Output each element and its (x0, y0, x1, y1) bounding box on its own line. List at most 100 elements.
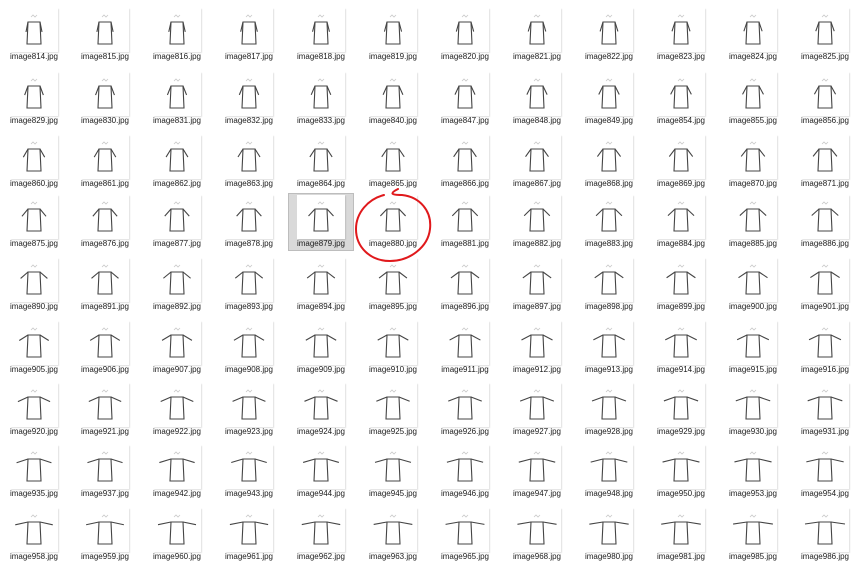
file-tile[interactable]: image922.jpg (144, 381, 210, 439)
image-thumbnail[interactable] (297, 72, 345, 116)
image-thumbnail[interactable] (441, 321, 489, 365)
file-tile[interactable]: image896.jpg (432, 256, 498, 314)
image-thumbnail[interactable] (513, 321, 561, 365)
image-thumbnail[interactable] (801, 258, 849, 302)
file-tile[interactable]: image877.jpg (144, 193, 210, 251)
file-tile[interactable]: image915.jpg (720, 319, 786, 377)
file-tile[interactable]: image814.jpg (1, 6, 67, 64)
image-thumbnail[interactable] (297, 445, 345, 489)
file-tile[interactable]: image825.jpg (792, 6, 858, 64)
image-thumbnail[interactable] (153, 8, 201, 52)
image-thumbnail[interactable] (81, 8, 129, 52)
file-tile[interactable]: image920.jpg (1, 381, 67, 439)
file-tile[interactable]: image926.jpg (432, 381, 498, 439)
image-thumbnail[interactable] (801, 135, 849, 179)
file-tile[interactable]: image985.jpg (720, 506, 786, 564)
image-thumbnail[interactable] (657, 508, 705, 552)
image-thumbnail[interactable] (441, 135, 489, 179)
image-thumbnail[interactable] (369, 258, 417, 302)
file-tile[interactable]: image927.jpg (504, 381, 570, 439)
image-thumbnail[interactable] (297, 135, 345, 179)
image-thumbnail[interactable] (369, 445, 417, 489)
file-tile[interactable]: image829.jpg (1, 70, 67, 128)
image-thumbnail[interactable] (729, 383, 777, 427)
image-thumbnail[interactable] (441, 445, 489, 489)
file-tile[interactable]: image924.jpg (288, 381, 354, 439)
image-thumbnail[interactable] (513, 72, 561, 116)
image-thumbnail[interactable] (297, 321, 345, 365)
image-thumbnail[interactable] (369, 508, 417, 552)
file-tile[interactable]: image935.jpg (1, 443, 67, 501)
file-tile[interactable]: image947.jpg (504, 443, 570, 501)
image-thumbnail[interactable] (585, 258, 633, 302)
file-tile[interactable]: image944.jpg (288, 443, 354, 501)
file-tile[interactable]: image884.jpg (648, 193, 714, 251)
file-tile[interactable]: image819.jpg (360, 6, 426, 64)
file-tile[interactable]: image942.jpg (144, 443, 210, 501)
image-thumbnail[interactable] (10, 383, 58, 427)
image-thumbnail[interactable] (153, 195, 201, 239)
image-thumbnail[interactable] (441, 508, 489, 552)
file-tile[interactable]: image901.jpg (792, 256, 858, 314)
file-tile[interactable]: image948.jpg (576, 443, 642, 501)
file-tile[interactable]: image911.jpg (432, 319, 498, 377)
image-thumbnail[interactable] (369, 383, 417, 427)
file-tile[interactable]: image818.jpg (288, 6, 354, 64)
file-tile[interactable]: image965.jpg (432, 506, 498, 564)
file-tile[interactable]: image937.jpg (72, 443, 138, 501)
image-thumbnail[interactable] (81, 258, 129, 302)
file-tile[interactable]: image946.jpg (432, 443, 498, 501)
file-tile[interactable]: image905.jpg (1, 319, 67, 377)
image-thumbnail[interactable] (801, 8, 849, 52)
image-thumbnail[interactable] (369, 195, 417, 239)
image-thumbnail[interactable] (369, 8, 417, 52)
image-thumbnail[interactable] (513, 445, 561, 489)
file-tile[interactable]: image968.jpg (504, 506, 570, 564)
image-thumbnail[interactable] (81, 321, 129, 365)
file-tile[interactable]: image981.jpg (648, 506, 714, 564)
file-tile[interactable]: image821.jpg (504, 6, 570, 64)
image-thumbnail[interactable] (369, 135, 417, 179)
image-thumbnail[interactable] (10, 321, 58, 365)
file-tile[interactable]: image822.jpg (576, 6, 642, 64)
image-thumbnail[interactable] (225, 135, 273, 179)
image-thumbnail[interactable] (225, 8, 273, 52)
file-tile[interactable]: image831.jpg (144, 70, 210, 128)
image-thumbnail[interactable] (657, 383, 705, 427)
image-thumbnail[interactable] (153, 258, 201, 302)
file-tile[interactable]: image892.jpg (144, 256, 210, 314)
image-thumbnail[interactable] (801, 508, 849, 552)
file-tile[interactable]: image875.jpg (1, 193, 67, 251)
image-thumbnail[interactable] (225, 383, 273, 427)
file-tile[interactable]: image894.jpg (288, 256, 354, 314)
image-thumbnail[interactable] (585, 383, 633, 427)
image-thumbnail[interactable] (153, 445, 201, 489)
image-thumbnail[interactable] (10, 258, 58, 302)
image-thumbnail[interactable] (729, 8, 777, 52)
image-thumbnail[interactable] (441, 195, 489, 239)
image-thumbnail[interactable] (585, 72, 633, 116)
file-tile[interactable]: image928.jpg (576, 381, 642, 439)
file-tile[interactable]: image876.jpg (72, 193, 138, 251)
file-tile[interactable]: image912.jpg (504, 319, 570, 377)
file-tile[interactable]: image880.jpg (360, 193, 426, 251)
image-thumbnail[interactable] (81, 135, 129, 179)
file-tile[interactable]: image950.jpg (648, 443, 714, 501)
image-thumbnail[interactable] (441, 8, 489, 52)
image-thumbnail[interactable] (153, 135, 201, 179)
image-thumbnail[interactable] (225, 195, 273, 239)
image-thumbnail[interactable] (585, 321, 633, 365)
file-tile[interactable]: image910.jpg (360, 319, 426, 377)
file-tile[interactable]: image830.jpg (72, 70, 138, 128)
image-thumbnail[interactable] (297, 508, 345, 552)
file-tile[interactable]: image824.jpg (720, 6, 786, 64)
image-thumbnail[interactable] (81, 195, 129, 239)
image-thumbnail[interactable] (657, 445, 705, 489)
image-thumbnail[interactable] (10, 445, 58, 489)
file-tile[interactable]: image863.jpg (216, 133, 282, 191)
image-thumbnail[interactable] (297, 195, 345, 239)
file-tile[interactable]: image908.jpg (216, 319, 282, 377)
image-thumbnail[interactable] (81, 72, 129, 116)
file-tile[interactable]: image882.jpg (504, 193, 570, 251)
image-thumbnail[interactable] (801, 383, 849, 427)
